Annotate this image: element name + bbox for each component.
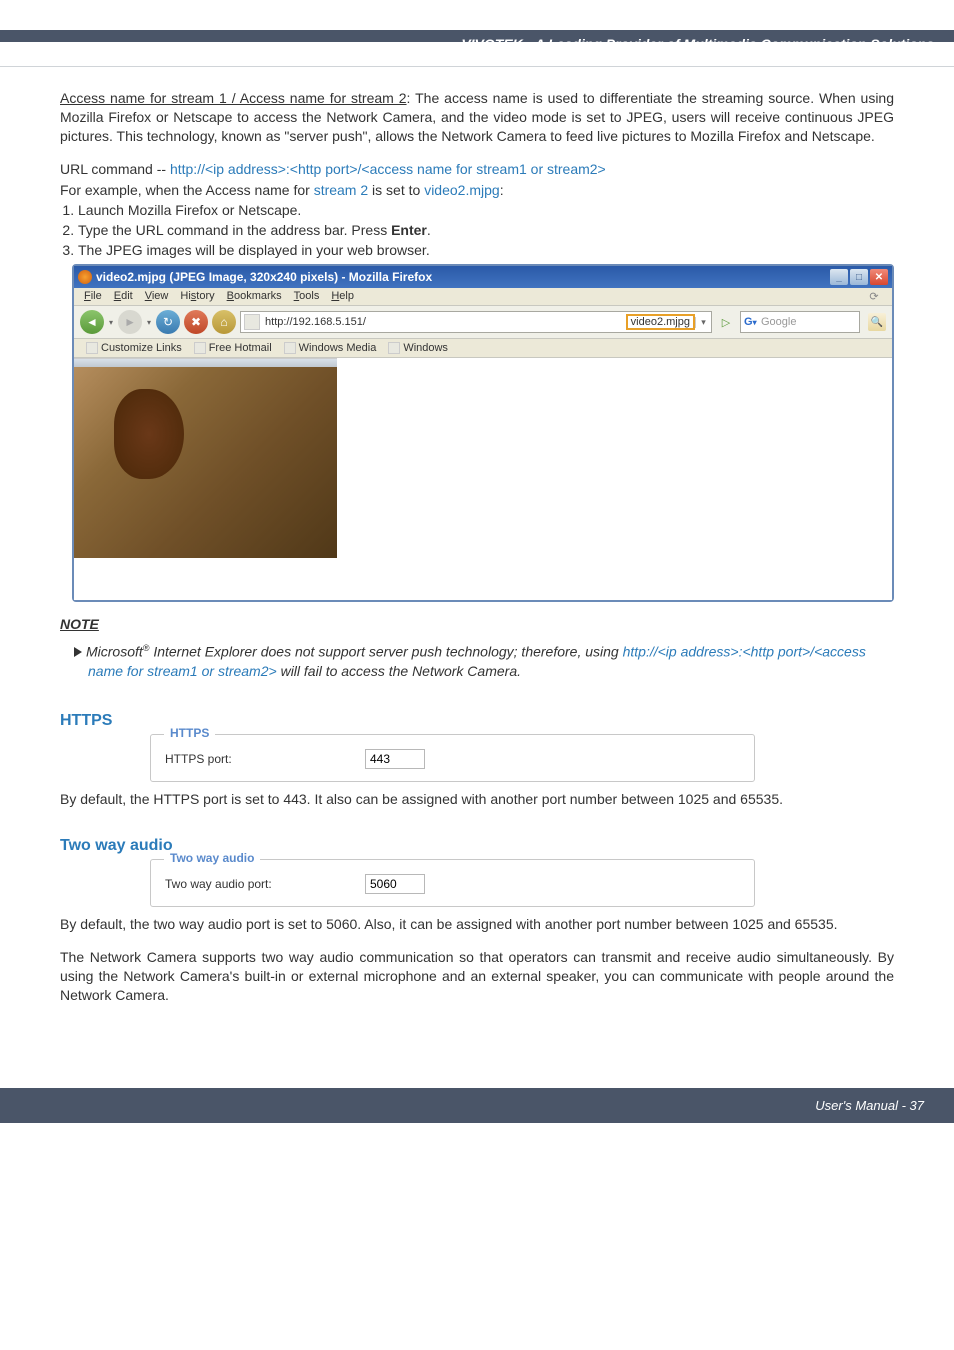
doc-footer: User's Manual - 37 — [0, 1088, 954, 1123]
search-box[interactable]: G▾ Google — [740, 311, 860, 333]
forward-dropdown[interactable]: ▾ — [146, 318, 152, 327]
page-icon — [284, 342, 296, 354]
twoway-description-1: By default, the two way audio port is se… — [60, 915, 894, 934]
stop-button[interactable]: ✖ — [184, 310, 208, 334]
menu-view[interactable]: View — [145, 290, 169, 303]
note-heading: NOTE — [60, 616, 894, 632]
note-body: Microsoft® Internet Explorer does not su… — [60, 642, 894, 682]
address-url-highlighted: video2.mjpg — [626, 314, 695, 330]
menu-edit[interactable]: Edit — [114, 290, 133, 303]
footer-page-ref: User's Manual - 37 — [815, 1098, 924, 1113]
bookmark-windows[interactable]: Windows — [384, 341, 452, 355]
firefox-toolbar: ◄ ▾ ► ▾ ↻ ✖ ⌂ http://192.168.5.151/video… — [74, 306, 892, 339]
twoway-port-label: Two way audio port: — [165, 877, 365, 891]
access-name-heading: Access name for stream 1 / Access name f… — [60, 90, 407, 106]
menu-bookmarks[interactable]: Bookmarks — [227, 290, 282, 303]
forward-button[interactable]: ► — [118, 310, 142, 334]
https-description: By default, the HTTPS port is set to 443… — [60, 790, 894, 809]
twoway-fieldset: Two way audio Two way audio port: — [150, 859, 755, 907]
menu-help[interactable]: Help — [331, 290, 354, 303]
page-favicon — [244, 314, 260, 330]
page-icon — [194, 342, 206, 354]
close-button[interactable]: ✕ — [870, 269, 888, 285]
home-button[interactable]: ⌂ — [212, 310, 236, 334]
menu-tools[interactable]: Tools — [294, 290, 320, 303]
twoway-description-2: The Network Camera supports two way audi… — [60, 948, 894, 1005]
address-url-base: http://192.168.5.151/ — [263, 316, 626, 328]
bookmark-windows-media[interactable]: Windows Media — [280, 341, 381, 355]
url-example-line: For example, when the Access name for st… — [60, 181, 894, 200]
https-port-label: HTTPS port: — [165, 752, 365, 766]
back-button[interactable]: ◄ — [80, 310, 104, 334]
access-name-paragraph: Access name for stream 1 / Access name f… — [60, 89, 894, 146]
search-engine-icon[interactable]: G▾ — [741, 316, 759, 328]
search-placeholder: Google — [759, 316, 859, 328]
firefox-titlebar: video2.mjpg (JPEG Image, 320x240 pixels)… — [74, 266, 892, 288]
go-button[interactable]: ▷ — [716, 316, 736, 329]
back-dropdown[interactable]: ▾ — [108, 318, 114, 327]
triangle-bullet-icon — [74, 647, 82, 657]
bookmark-customize-links[interactable]: Customize Links — [82, 341, 186, 355]
page-icon — [388, 342, 400, 354]
firefox-menubar: File Edit View History Bookmarks Tools H… — [74, 288, 892, 306]
address-bar[interactable]: http://192.168.5.151/video2.mjpg ▾ — [240, 311, 712, 333]
firefox-window: video2.mjpg (JPEG Image, 320x240 pixels)… — [72, 264, 894, 602]
page-icon — [86, 342, 98, 354]
bookmarks-toolbar: Customize Links Free Hotmail Windows Med… — [74, 339, 892, 358]
menu-history[interactable]: History — [180, 290, 214, 303]
doc-header: VIVOTEK - A Leading Provider of Multimed… — [0, 30, 954, 42]
search-go-icon[interactable]: 🔍 — [868, 313, 886, 331]
throbber-icon: ⟳ — [866, 290, 882, 303]
jpeg-image-preview — [74, 358, 337, 558]
https-port-input[interactable] — [365, 749, 425, 769]
twoway-legend: Two way audio — [164, 851, 260, 865]
twoway-port-input[interactable] — [365, 874, 425, 894]
header-title: VIVOTEK - A Leading Provider of Multimed… — [461, 36, 934, 52]
minimize-button[interactable]: _ — [830, 269, 848, 285]
bookmark-free-hotmail[interactable]: Free Hotmail — [190, 341, 276, 355]
url-command-value: http://<ip address>:<http port>/<access … — [170, 161, 606, 177]
https-legend: HTTPS — [164, 726, 215, 740]
maximize-button[interactable]: □ — [850, 269, 868, 285]
step-3: The JPEG images will be displayed in you… — [78, 241, 894, 260]
menu-file[interactable]: File — [84, 290, 102, 303]
https-fieldset: HTTPS HTTPS port: — [150, 734, 755, 782]
reload-button[interactable]: ↻ — [156, 310, 180, 334]
step-2: Type the URL command in the address bar.… — [78, 221, 894, 240]
firefox-app-icon — [78, 270, 92, 284]
step-1: Launch Mozilla Firefox or Netscape. — [78, 201, 894, 220]
firefox-window-title: video2.mjpg (JPEG Image, 320x240 pixels)… — [92, 270, 828, 284]
url-command-line: URL command -- http://<ip address>:<http… — [60, 160, 894, 179]
steps-list: Launch Mozilla Firefox or Netscape. Type… — [78, 201, 894, 260]
firefox-content-area — [74, 358, 892, 600]
address-dropdown[interactable]: ▾ — [695, 317, 711, 328]
